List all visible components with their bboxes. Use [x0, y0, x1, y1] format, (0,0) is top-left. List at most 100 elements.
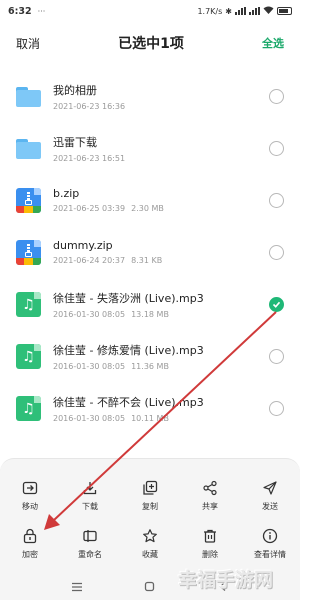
check-icon	[272, 301, 281, 308]
file-size: 10.11 MB	[131, 413, 169, 423]
share-button[interactable]: 共享	[180, 477, 240, 512]
status-right: 1.7K/s ✱	[197, 6, 292, 16]
file-date: 2016-01-30 08:05	[53, 361, 126, 371]
star-icon	[139, 525, 161, 547]
file-name: 迅雷下载	[53, 135, 97, 149]
action-label: 共享	[202, 502, 218, 511]
action-panel: 移动 下载 复制 共享 发送 加密 重命名 收藏 删除 查看详情	[0, 458, 300, 573]
music-file-icon: ♫	[16, 343, 41, 369]
select-checkbox[interactable]	[269, 140, 284, 156]
action-row-1: 移动 下载 复制 共享 发送	[0, 477, 300, 512]
encrypt-button[interactable]: 加密	[0, 525, 60, 560]
file-date: 2021-06-23 16:36	[53, 101, 126, 111]
file-meta: 2021-06-24 20:37 8.31 KB	[53, 256, 261, 265]
file-size: 13.18 MB	[131, 309, 169, 319]
file-name: 徐佳莹 - 不醉不会 (Live).mp3	[53, 395, 204, 409]
signal-icon	[235, 7, 246, 15]
move-button[interactable]: 移动	[0, 477, 60, 512]
zip-icon	[16, 187, 41, 213]
folder-icon	[16, 136, 41, 161]
cancel-button[interactable]: 取消	[16, 35, 40, 52]
select-checkbox[interactable]	[269, 244, 284, 260]
file-date: 2016-01-30 08:05	[53, 309, 126, 319]
file-date: 2021-06-23 16:51	[53, 153, 126, 163]
file-meta: 2021-06-23 16:51	[53, 154, 261, 163]
lock-icon	[19, 525, 41, 547]
music-file-icon: ♫	[16, 291, 41, 317]
watermark: 幸福手游网	[178, 569, 274, 591]
move-icon	[19, 477, 41, 499]
list-item[interactable]: 我的相册 2021-06-23 16:36	[0, 70, 300, 122]
info-icon	[259, 525, 281, 547]
bluetooth-icon: ✱	[225, 6, 232, 16]
action-label: 下载	[82, 502, 98, 511]
file-info: 徐佳莹 - 不醉不会 (Live).mp3 2016-01-30 08:05 10…	[53, 394, 261, 423]
wifi-icon	[263, 6, 274, 16]
page-title: 已选中1项	[118, 36, 184, 52]
list-item[interactable]: ♫ 徐佳莹 - 修炼爱情 (Live).mp3 2016-01-30 08:05…	[0, 330, 300, 382]
home-icon	[145, 581, 155, 592]
action-label: 移动	[22, 502, 38, 511]
music-file-icon: ♫	[16, 395, 41, 421]
select-checkbox-checked[interactable]	[269, 296, 284, 312]
list-item[interactable]: ♫ 徐佳莹 - 失落沙洲 (Live).mp3 2016-01-30 08:05…	[0, 278, 300, 330]
action-label: 加密	[22, 550, 38, 559]
file-size: 8.31 KB	[131, 256, 163, 265]
file-name: 徐佳莹 - 失落沙洲 (Live).mp3	[53, 291, 204, 305]
action-row-2: 加密 重命名 收藏 删除 查看详情	[0, 525, 300, 560]
rename-button[interactable]: 重命名	[60, 525, 120, 560]
menu-icon	[71, 582, 82, 591]
select-all-button[interactable]: 全选	[262, 35, 284, 51]
action-label: 查看详情	[254, 550, 286, 559]
list-item[interactable]: ♫ 徐佳莹 - 不醉不会 (Live).mp3 2016-01-30 08:05…	[0, 382, 300, 434]
file-size: 11.36 MB	[131, 361, 169, 371]
file-name: 我的相册	[53, 83, 97, 97]
file-size: 2.30 MB	[131, 204, 164, 213]
list-item[interactable]: 迅雷下载 2021-06-23 16:51	[0, 122, 300, 174]
copy-icon	[139, 477, 161, 499]
file-meta: 2016-01-30 08:05 10.11 MB	[53, 414, 261, 423]
file-info: b.zip 2021-06-25 03:39 2.30 MB	[53, 187, 261, 213]
share-icon	[199, 477, 221, 499]
list-item[interactable]: b.zip 2021-06-25 03:39 2.30 MB	[0, 174, 300, 226]
download-icon	[79, 477, 101, 499]
download-button[interactable]: 下载	[60, 477, 120, 512]
select-checkbox[interactable]	[269, 88, 284, 104]
file-info: 徐佳莹 - 修炼爱情 (Live).mp3 2016-01-30 08:05 11…	[53, 342, 261, 371]
file-info: dummy.zip 2021-06-24 20:37 8.31 KB	[53, 239, 261, 265]
select-checkbox[interactable]	[269, 348, 284, 364]
menu-nav-button[interactable]	[67, 577, 87, 597]
trash-icon	[199, 525, 221, 547]
folder-icon	[16, 84, 41, 109]
select-checkbox[interactable]	[269, 192, 284, 208]
file-info: 徐佳莹 - 失落沙洲 (Live).mp3 2016-01-30 08:05 13…	[53, 290, 261, 319]
file-info: 我的相册 2021-06-23 16:36	[53, 82, 261, 111]
file-date: 2021-06-25 03:39	[53, 204, 126, 213]
details-button[interactable]: 查看详情	[240, 525, 300, 560]
file-info: 迅雷下载 2021-06-23 16:51	[53, 134, 261, 163]
copy-button[interactable]: 复制	[120, 477, 180, 512]
file-name: 徐佳莹 - 修炼爱情 (Live).mp3	[53, 343, 204, 357]
zip-icon	[16, 239, 41, 265]
send-button[interactable]: 发送	[240, 477, 300, 512]
file-meta: 2016-01-30 08:05 11.36 MB	[53, 362, 261, 371]
action-label: 收藏	[142, 550, 158, 559]
file-list: 我的相册 2021-06-23 16:36 迅雷下载 2021-06-23 16…	[0, 70, 300, 434]
file-meta: 2016-01-30 08:05 13.18 MB	[53, 310, 261, 319]
file-meta: 2021-06-25 03:39 2.30 MB	[53, 204, 261, 213]
file-meta: 2021-06-23 16:36	[53, 102, 261, 111]
favorite-button[interactable]: 收藏	[120, 525, 180, 560]
select-checkbox[interactable]	[269, 400, 284, 416]
delete-button[interactable]: 删除	[180, 525, 240, 560]
list-item[interactable]: dummy.zip 2021-06-24 20:37 8.31 KB	[0, 226, 300, 278]
action-label: 删除	[202, 550, 218, 559]
file-name: dummy.zip	[53, 239, 113, 252]
signal-icon-2	[249, 7, 260, 15]
file-date: 2016-01-30 08:05	[53, 413, 126, 423]
file-date: 2021-06-24 20:37	[53, 256, 126, 265]
send-icon	[259, 477, 281, 499]
file-name: b.zip	[53, 187, 80, 200]
home-nav-button[interactable]	[140, 577, 160, 597]
rename-icon	[79, 525, 101, 547]
action-label: 复制	[142, 502, 158, 511]
